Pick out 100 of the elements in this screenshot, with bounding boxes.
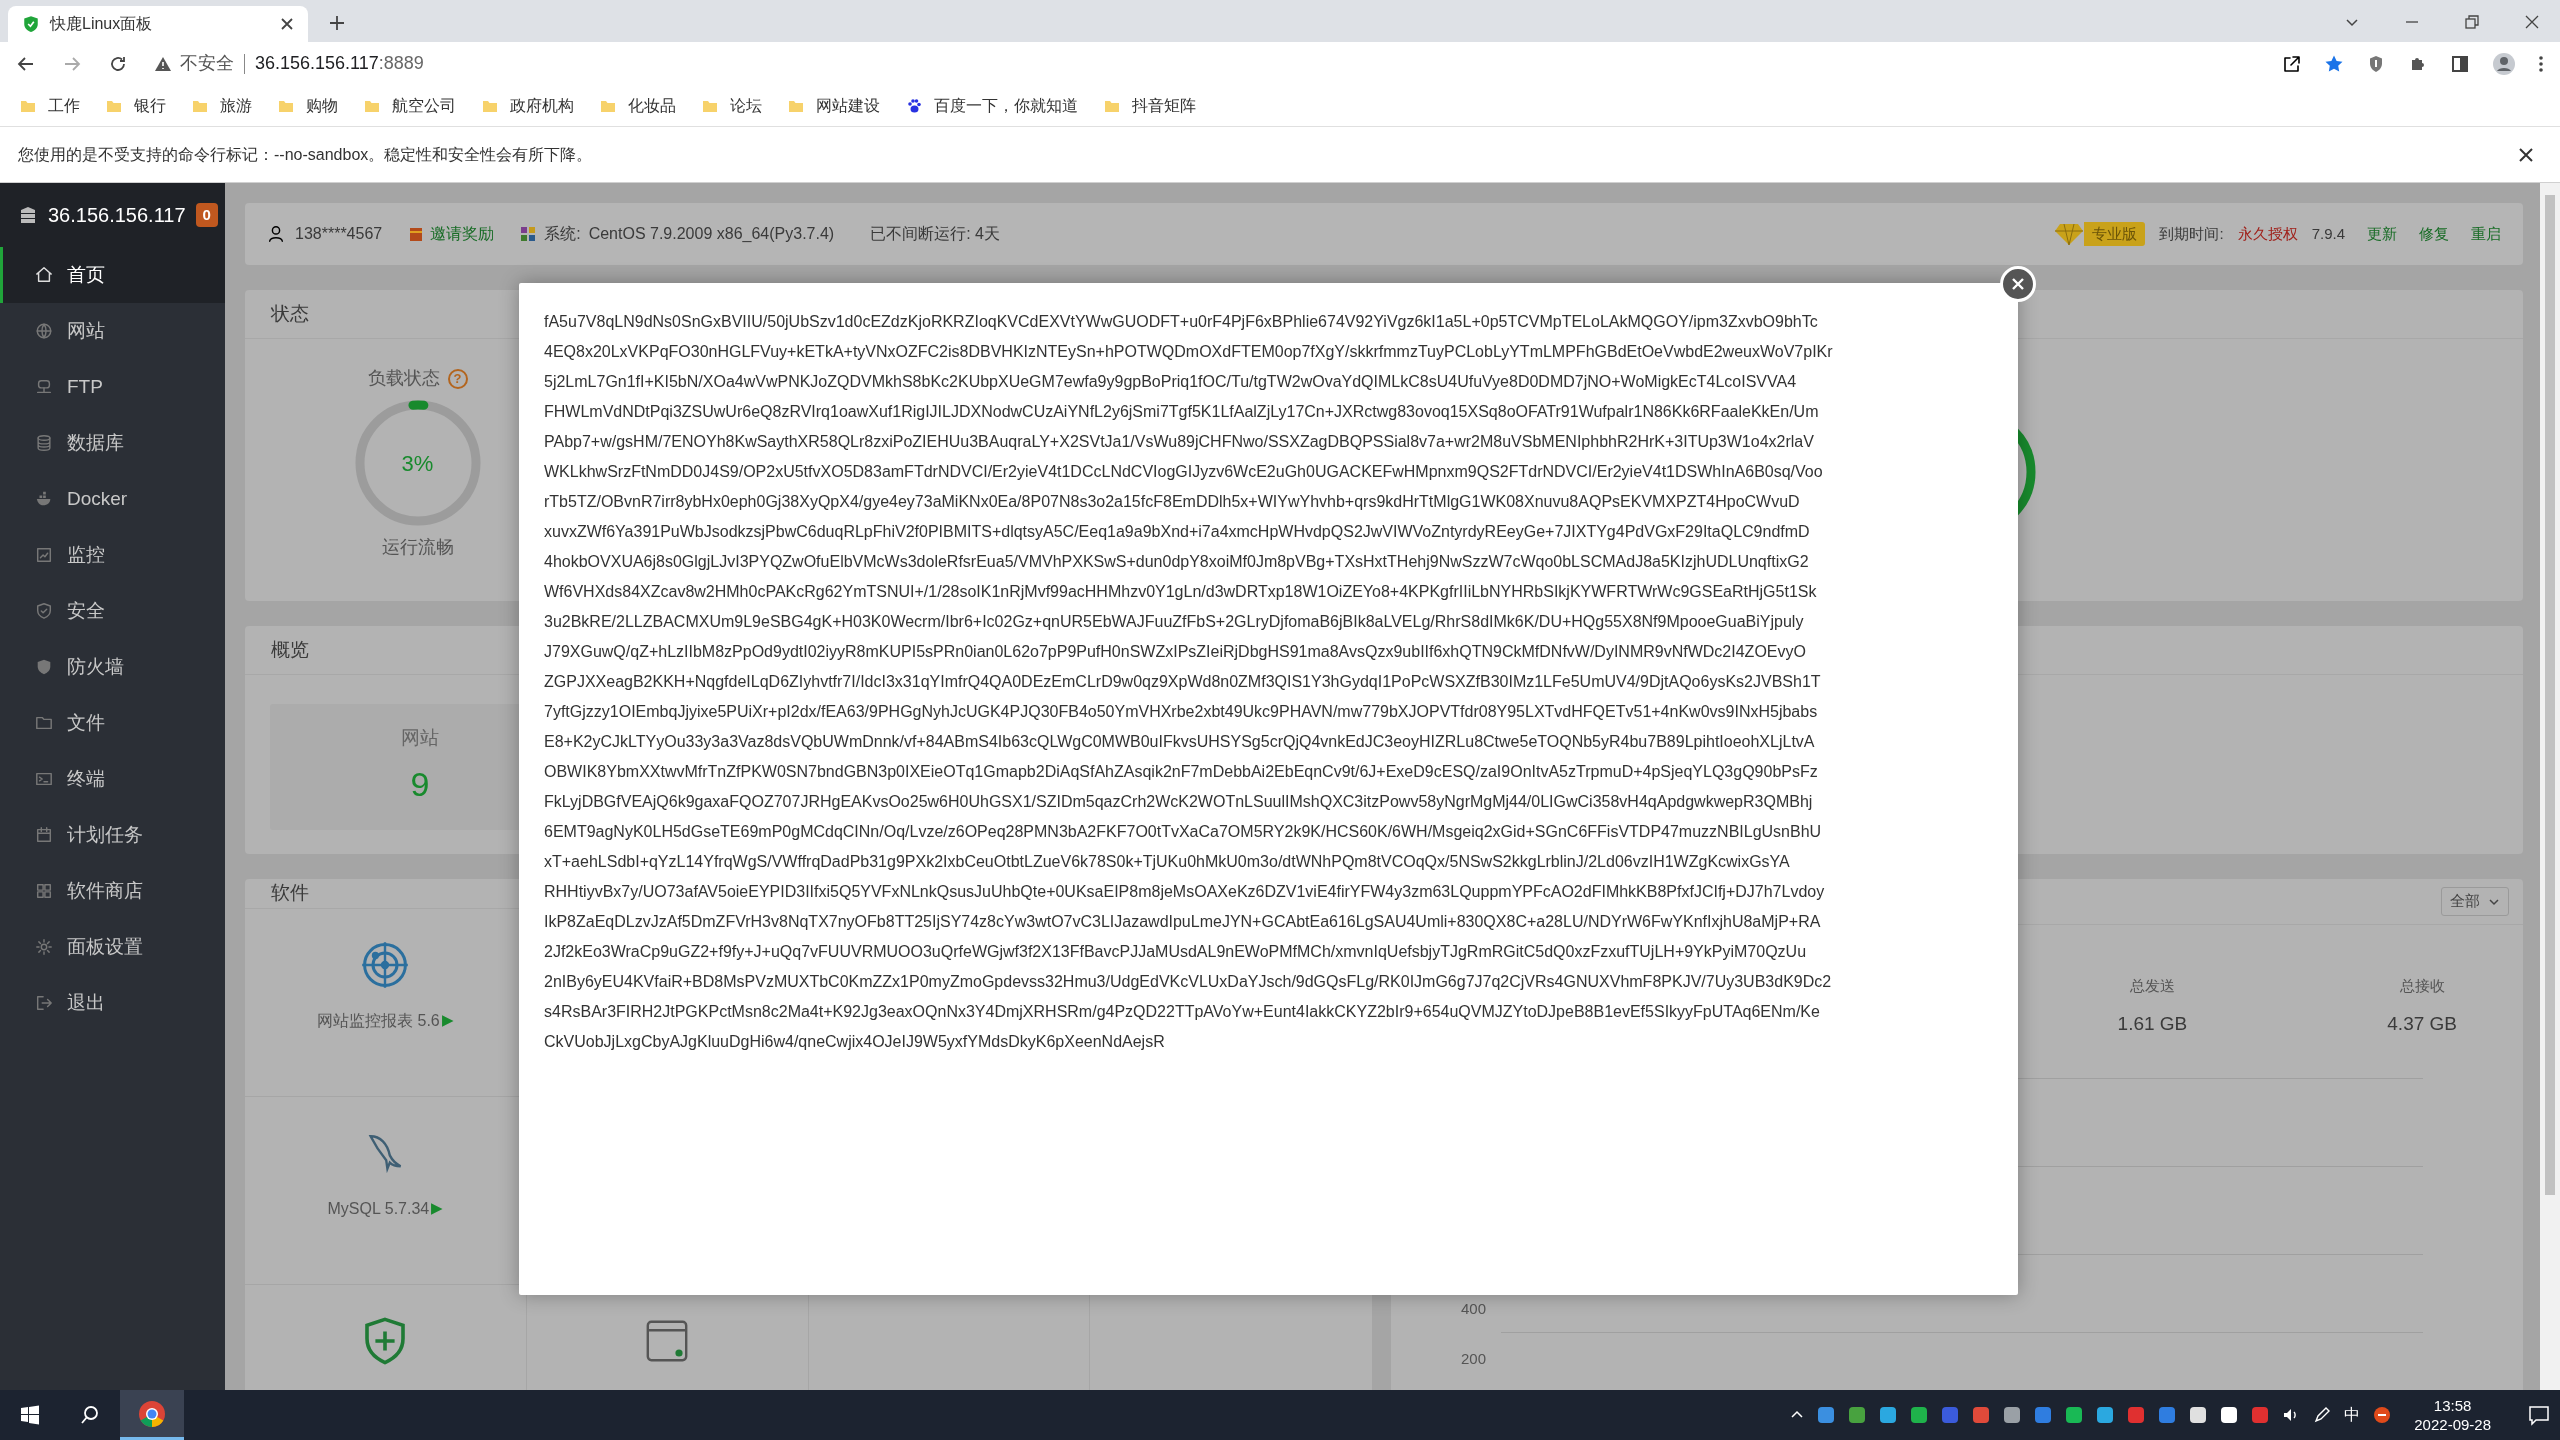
sidebar-item[interactable]: 安全 (0, 583, 225, 639)
sidebar-item[interactable]: 数据库 (0, 415, 225, 471)
close-icon[interactable] (2524, 14, 2540, 30)
paw-icon (906, 97, 922, 114)
close-icon[interactable] (2518, 146, 2534, 163)
sidebar-item[interactable]: 终端 (0, 751, 225, 807)
shield-icon (35, 602, 53, 620)
sidebar-icon[interactable] (2450, 53, 2470, 74)
axis-label: 200 (1461, 1349, 1487, 1369)
windows-icon (20, 1405, 40, 1425)
url-text[interactable]: 36.156.156.117:8889 (255, 50, 424, 77)
bookmark[interactable]: 工作 (20, 93, 80, 118)
stat-value: 4.37 GB (2387, 1011, 2457, 1036)
filter-dropdown[interactable]: 全部 (2441, 887, 2509, 916)
logout-icon (35, 994, 53, 1012)
infobar-message: 您使用的是不受支持的命令行标记：--no-sandbox。稳定性和安全性会有所下降。 (18, 144, 594, 165)
bookmark[interactable]: 旅游 (192, 93, 252, 118)
system-info: CentOS 7.9.2009 x86_64(Py3.7.4) (588, 224, 835, 244)
sidebar-item[interactable]: 网站 (0, 303, 225, 359)
load-value: 3% (401, 449, 434, 478)
notification-badge[interactable]: 0 (195, 202, 218, 228)
share-icon[interactable] (2282, 53, 2302, 74)
tray-icon[interactable] (1879, 1406, 1898, 1424)
load-status: 运行流畅 (381, 536, 454, 559)
user-phone: 138****4567 (295, 224, 383, 244)
clock[interactable]: 13:58 2022-09-28 (2404, 1396, 2501, 1434)
monitor-icon (35, 546, 53, 564)
tray-icon[interactable] (2096, 1406, 2115, 1424)
card-title: 软件 (271, 881, 309, 905)
browser-tab[interactable]: 快鹿Linux面板 (8, 6, 308, 42)
load-label: 负载状态 (367, 367, 440, 390)
bookmark[interactable]: 抖音矩阵 (1104, 93, 1196, 118)
expiry-value: 永久授权 (2237, 223, 2298, 244)
sidebar-item[interactable]: 软件商店 (0, 863, 225, 919)
shield-icon (22, 15, 40, 33)
app-icon[interactable] (2373, 1406, 2392, 1424)
folder-icon (35, 714, 53, 732)
tab-title: 快鹿Linux面板 (50, 14, 154, 34)
bookmark[interactable]: 百度一下，你就知道 (906, 93, 1078, 118)
sidebar-item[interactable]: FTP (0, 359, 225, 415)
security-label: 不安全 (180, 52, 234, 75)
avatar-icon[interactable] (2492, 51, 2516, 76)
sidebar-item[interactable]: 首页 (0, 247, 225, 303)
tray-icon[interactable] (2220, 1406, 2239, 1424)
stat-label: 总发送 (2129, 976, 2175, 996)
notification-icon[interactable] (2528, 1404, 2550, 1426)
tray-icon[interactable] (2065, 1406, 2084, 1424)
tray-icon[interactable] (1910, 1406, 1929, 1424)
menu-icon[interactable] (2538, 53, 2544, 74)
software-link[interactable]: MySQL 5.7.34▶ (327, 1196, 444, 1221)
sidebar-item[interactable]: 防火墙 (0, 639, 225, 695)
terminal-icon (35, 770, 53, 788)
taskbar-app[interactable] (120, 1390, 184, 1440)
radar-icon[interactable] (361, 940, 410, 989)
sidebar-item[interactable]: 文件 (0, 695, 225, 751)
sidebar-item[interactable]: 退出 (0, 975, 225, 1031)
bookmark[interactable]: 政府机构 (482, 93, 574, 118)
sidebar-item[interactable]: Docker (0, 471, 225, 527)
user-icon (267, 225, 285, 243)
os-icon (520, 226, 537, 242)
close-icon (2011, 277, 2025, 291)
grid-icon (35, 882, 53, 900)
browser-icon (138, 1399, 166, 1428)
pen-icon[interactable] (2313, 1406, 2332, 1424)
software-link[interactable]: 网站监控报表 5.6▶ (317, 1008, 454, 1033)
diamond-icon (2054, 222, 2085, 246)
bookmark[interactable]: 航空公司 (364, 93, 456, 118)
restore-icon[interactable] (2464, 14, 2480, 30)
stat-label: 总接收 (2399, 976, 2445, 996)
axis-label: 400 (1461, 1299, 1487, 1319)
bookmark[interactable]: 购物 (278, 93, 338, 118)
scrollbar-thumb[interactable] (2545, 195, 2555, 1195)
version-text: 7.9.4 (2311, 223, 2345, 244)
search-icon (80, 1405, 100, 1425)
new-tab-icon[interactable] (328, 14, 346, 32)
sidebar-item[interactable]: 计划任务 (0, 807, 225, 863)
gift-icon (408, 226, 425, 242)
bookmark[interactable]: 银行 (106, 93, 166, 118)
stat-value: 1.61 GB (2117, 1011, 2188, 1036)
expiry-label: 到期时间: (2159, 223, 2224, 244)
system-label: 系统: (544, 224, 581, 244)
uptime-text: 已不间断运行: 4天 (870, 224, 1000, 244)
database-icon (35, 434, 53, 452)
card-title: 概览 (271, 637, 309, 662)
tray-icon[interactable] (2003, 1406, 2022, 1424)
input-method[interactable]: 中 (2344, 1403, 2361, 1427)
host-address: 36.156.156.117 (48, 203, 186, 228)
close-icon[interactable] (280, 17, 294, 31)
sidebar-item[interactable]: 监控 (0, 527, 225, 583)
globe-icon (35, 322, 53, 340)
home-icon (35, 266, 53, 284)
calendar-icon (35, 826, 53, 844)
tray-icon[interactable] (2189, 1406, 2208, 1424)
shield-icon (35, 658, 53, 676)
bookmark[interactable]: 网站建设 (788, 93, 880, 118)
settings-icon (35, 938, 53, 956)
bookmark[interactable]: 化妆品 (600, 93, 676, 118)
bookmark[interactable]: 论坛 (702, 93, 762, 118)
card-title: 状态 (271, 301, 309, 326)
sidebar-item[interactable]: 面板设置 (0, 919, 225, 975)
